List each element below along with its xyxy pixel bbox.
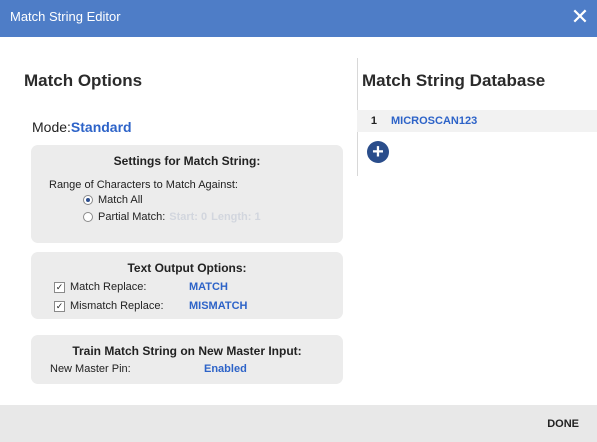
partial-match-option[interactable]: Partial Match: Start: 0 Length: 1: [83, 211, 261, 223]
match-replace-checkbox[interactable]: ✓: [54, 281, 65, 293]
partial-length-value[interactable]: 1: [254, 211, 260, 223]
train-panel-title: Train Match String on New Master Input:: [72, 344, 302, 358]
window-title: Match String Editor: [10, 9, 121, 24]
table-row[interactable]: 1 MICROSCAN123: [357, 110, 597, 132]
mode-label: Mode:: [32, 119, 71, 135]
mismatch-replace-value[interactable]: MISMATCH: [189, 300, 247, 312]
match-options-heading: Match Options: [24, 71, 143, 90]
settings-panel: Settings for Match String: Range of Char…: [31, 145, 343, 243]
row-value[interactable]: MICROSCAN123: [391, 115, 477, 127]
footer-bar: DONE: [0, 405, 597, 442]
match-all-option[interactable]: Match All: [83, 194, 143, 206]
close-icon[interactable]: ✕: [569, 5, 591, 29]
new-master-pin-value[interactable]: Enabled: [204, 363, 247, 375]
mismatch-replace-option[interactable]: ✓ Mismatch Replace:: [54, 300, 164, 312]
mode-display: Mode:Standard: [32, 119, 132, 135]
mismatch-replace-label: Mismatch Replace:: [70, 300, 164, 312]
match-options-column: Match Options Mode:Standard Settings for…: [0, 37, 357, 405]
range-label: Range of Characters to Match Against:: [49, 179, 238, 191]
partial-length-label: Length:: [211, 211, 252, 223]
partial-start-value[interactable]: 0: [201, 211, 207, 223]
settings-panel-title: Settings for Match String:: [113, 154, 261, 168]
match-all-radio[interactable]: [83, 195, 93, 205]
match-replace-label: Match Replace:: [70, 281, 147, 293]
match-all-label: Match All: [98, 194, 143, 206]
match-replace-value[interactable]: MATCH: [189, 281, 228, 293]
plus-circle-icon[interactable]: +: [367, 141, 389, 163]
partial-match-label: Partial Match:: [98, 211, 166, 223]
title-bar: Match String Editor ✕: [0, 0, 597, 37]
match-replace-option[interactable]: ✓ Match Replace:: [54, 281, 146, 293]
mismatch-replace-checkbox[interactable]: ✓: [54, 300, 65, 312]
done-button[interactable]: DONE: [547, 418, 579, 430]
mode-value[interactable]: Standard: [71, 119, 132, 135]
partial-start-label: Start:: [169, 211, 198, 223]
new-master-pin-label: New Master Pin:: [50, 363, 131, 375]
train-panel: Train Match String on New Master Input: …: [31, 335, 343, 384]
match-string-database-column: Match String Database 1 MICROSCAN123 +: [357, 37, 597, 405]
text-output-panel: Text Output Options: ✓ Match Replace: MA…: [31, 252, 343, 319]
partial-match-radio[interactable]: [83, 212, 93, 222]
text-output-panel-title: Text Output Options:: [127, 261, 247, 275]
database-heading: Match String Database: [362, 71, 546, 90]
row-index: 1: [370, 115, 377, 127]
